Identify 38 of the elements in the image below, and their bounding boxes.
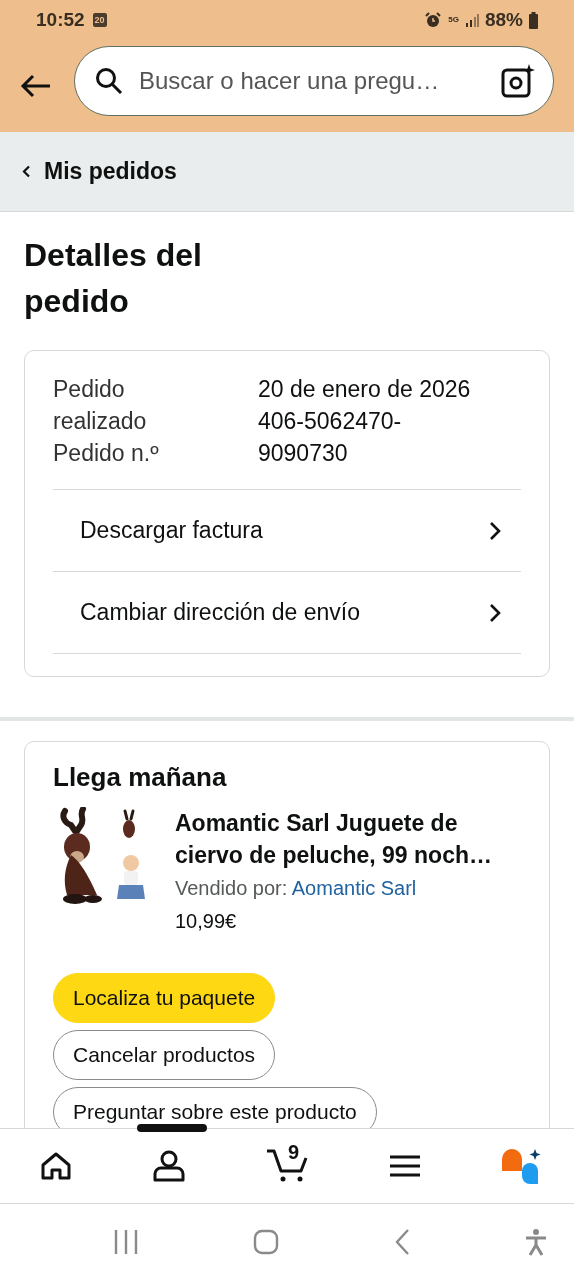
field-label: Pedido realizado: [53, 375, 148, 436]
calendar-badge: 20: [92, 13, 107, 27]
clock-time: 10:52: [36, 9, 85, 31]
camera-icon[interactable]: [501, 64, 535, 98]
battery-icon: [529, 11, 538, 29]
delivery-heading: Llega mañana: [53, 762, 228, 793]
chevron-left-icon: [22, 165, 31, 178]
alarm-icon: [424, 11, 443, 29]
seller-link[interactable]: Aomantic Sarl: [291, 877, 417, 899]
back-arrow-icon[interactable]: [20, 74, 52, 98]
order-link[interactable]: Cambiar dirección de envío: [53, 572, 521, 654]
search-bar[interactable]: Buscar o hacer una pregu…: [74, 46, 554, 116]
back-link[interactable]: Mis pedidos: [22, 158, 177, 185]
product-price: 10,99€: [175, 909, 238, 934]
track-package-button[interactable]: Localiza tu paquete: [53, 973, 276, 1023]
page-title: Detalles del pedido: [24, 236, 203, 321]
chevron-right-icon: [489, 520, 501, 541]
battery-percentage: 88%: [484, 9, 523, 31]
home-button-icon[interactable]: [253, 1229, 280, 1255]
search-icon: [95, 67, 123, 95]
back-icon[interactable]: [393, 1228, 410, 1256]
seller-text: Vendido por: Aomantic Sarl: [175, 876, 418, 901]
account-icon[interactable]: [152, 1150, 186, 1182]
home-indicator: [137, 1124, 207, 1132]
menu-icon[interactable]: [390, 1154, 420, 1178]
field-label: Pedido n.º: [53, 439, 160, 468]
accessibility-icon[interactable]: [524, 1228, 548, 1256]
field-value: 20 de enero de 2026: [258, 375, 471, 404]
action-button[interactable]: Cancelar productos: [53, 1030, 276, 1080]
action-button[interactable]: Preguntar sobre este producto: [53, 1087, 377, 1128]
product-title[interactable]: Aomantic Sarl Juguete de ciervo de peluche, 99 noch…: [175, 807, 505, 871]
field-value: 406-5062470-9090730: [258, 407, 403, 468]
order-link[interactable]: Descargar factura: [53, 490, 521, 572]
signal-icon: [464, 13, 479, 27]
home-icon[interactable]: [40, 1151, 72, 1181]
chevron-right-icon: [489, 602, 501, 623]
recent-apps-icon[interactable]: [113, 1229, 139, 1255]
network-label: 5G: [448, 16, 459, 24]
